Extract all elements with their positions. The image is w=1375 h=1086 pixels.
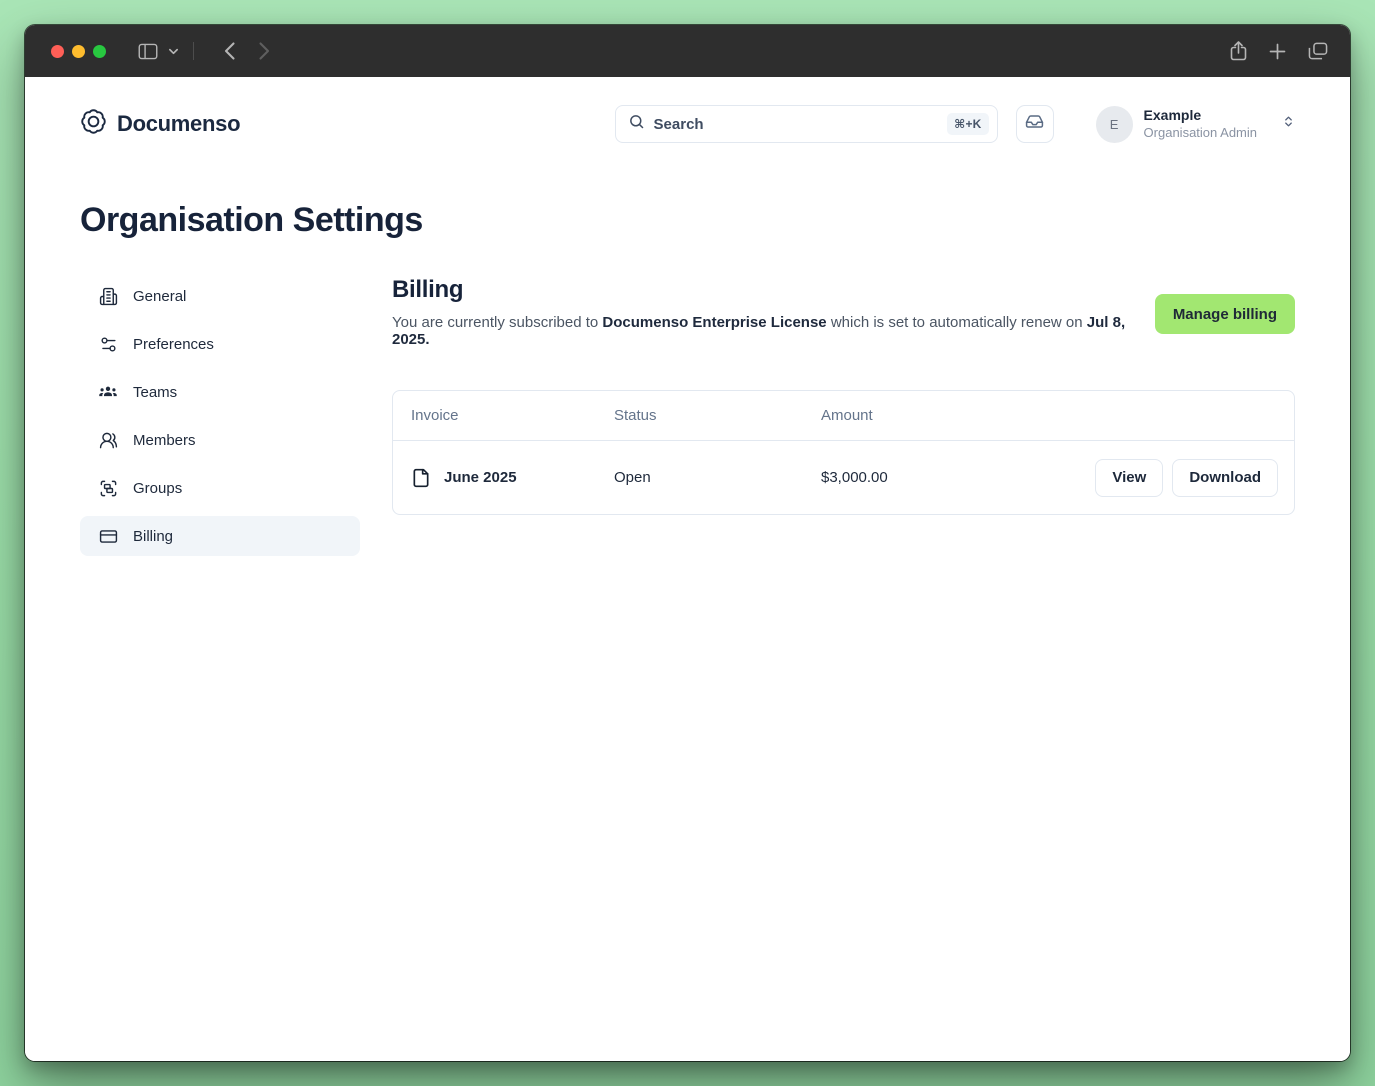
page-title: Organisation Settings	[25, 201, 1350, 240]
column-header-invoice: Invoice	[393, 407, 614, 424]
sidebar-item-label: Members	[133, 432, 196, 449]
people-group-icon	[98, 382, 118, 402]
table-header-row: Invoice Status Amount	[393, 391, 1294, 441]
share-icon[interactable]	[1230, 41, 1247, 61]
invoice-amount: $3,000.00	[821, 469, 1061, 486]
inbox-icon	[1025, 112, 1044, 136]
manage-billing-button[interactable]: Manage billing	[1155, 294, 1295, 334]
search-shortcut-badge: ⌘+K	[947, 113, 988, 135]
search-input[interactable]	[654, 116, 948, 133]
back-button[interactable]	[224, 42, 235, 60]
view-invoice-button[interactable]: View	[1095, 459, 1163, 497]
minimize-window-button[interactable]	[72, 45, 85, 58]
sidebar-toggle-icon[interactable]	[138, 43, 158, 60]
search-icon	[628, 113, 645, 135]
chevrons-up-down-icon	[1282, 114, 1295, 134]
sliders-icon	[98, 335, 118, 354]
brand-logo[interactable]: Documenso	[80, 108, 240, 140]
credit-card-icon	[98, 527, 118, 546]
user-role: Organisation Admin	[1144, 125, 1257, 141]
users-icon	[98, 431, 118, 450]
sidebar-item-label: Teams	[133, 384, 177, 401]
sidebar-item-preferences[interactable]: Preferences	[80, 324, 360, 364]
new-tab-icon[interactable]	[1269, 43, 1286, 60]
sidebar-chevron-down-icon[interactable]	[168, 47, 179, 55]
table-row: June 2025 Open $3,000.00 View Download	[393, 441, 1294, 514]
forward-button[interactable]	[259, 42, 270, 60]
search-bar[interactable]: ⌘+K	[615, 105, 998, 143]
invoices-table: Invoice Status Amount June 2025	[392, 390, 1295, 515]
documenso-badge-icon	[80, 108, 107, 140]
inbox-button[interactable]	[1016, 105, 1054, 143]
subscription-text: You are currently subscribed to Documens…	[392, 314, 1139, 348]
sidebar-item-general[interactable]: General	[80, 276, 360, 316]
building-icon	[98, 287, 118, 306]
column-header-amount: Amount	[821, 407, 1061, 424]
tab-overview-icon[interactable]	[1308, 42, 1328, 60]
sidebar-item-label: General	[133, 288, 186, 305]
column-header-status: Status	[614, 407, 821, 424]
traffic-lights	[51, 45, 106, 58]
sidebar-item-billing[interactable]: Billing	[80, 516, 360, 556]
avatar: E	[1096, 106, 1133, 143]
settings-sidebar: General Preferences	[80, 276, 360, 556]
sidebar-item-label: Groups	[133, 480, 182, 497]
billing-heading: Billing	[392, 276, 1139, 304]
invoice-status: Open	[614, 469, 821, 486]
sidebar-item-label: Preferences	[133, 336, 214, 353]
titlebar-divider	[193, 42, 194, 60]
sidebar-item-label: Billing	[133, 528, 173, 545]
user-menu[interactable]: E Example Organisation Admin	[1096, 106, 1295, 143]
zoom-window-button[interactable]	[93, 45, 106, 58]
billing-panel: Billing You are currently subscribed to …	[392, 276, 1295, 556]
group-frame-icon	[98, 479, 118, 498]
sidebar-item-groups[interactable]: Groups	[80, 468, 360, 508]
sidebar-item-teams[interactable]: Teams	[80, 372, 360, 412]
download-invoice-button[interactable]: Download	[1172, 459, 1278, 497]
sidebar-item-members[interactable]: Members	[80, 420, 360, 460]
user-name: Example	[1144, 107, 1257, 124]
brand-name: Documenso	[117, 111, 240, 137]
close-window-button[interactable]	[51, 45, 64, 58]
app-header: Documenso ⌘+K E	[25, 89, 1350, 159]
browser-window: Documenso ⌘+K E	[25, 25, 1350, 1061]
file-icon	[411, 467, 431, 489]
invoice-period: June 2025	[444, 469, 517, 486]
window-titlebar	[25, 25, 1350, 77]
app-content: Documenso ⌘+K E	[25, 77, 1350, 1061]
plan-name: Documenso Enterprise License	[602, 314, 826, 331]
